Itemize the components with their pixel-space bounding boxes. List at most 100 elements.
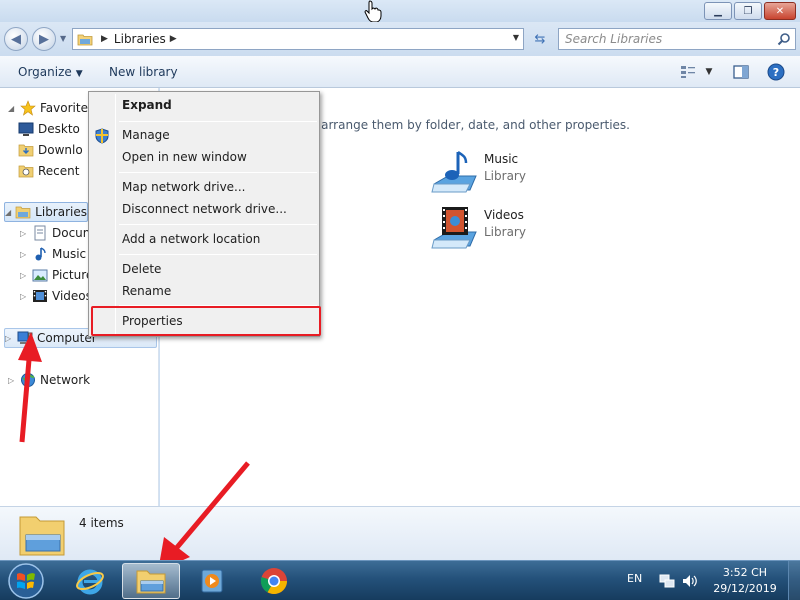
recent-pages-chevron-icon[interactable]: ▼ xyxy=(60,34,66,43)
nav-documents[interactable]: ▷ Docum xyxy=(20,223,94,243)
preview-pane-button[interactable] xyxy=(731,63,751,81)
expand-arrow-icon[interactable]: ▷ xyxy=(20,271,30,280)
nav-desktop-label: Deskto xyxy=(38,122,80,136)
breadcrumb-separator-icon[interactable]: ▶ xyxy=(101,34,108,44)
expand-arrow-icon[interactable]: ▷ xyxy=(5,334,15,343)
menu-separator xyxy=(119,254,317,255)
internet-explorer-icon xyxy=(76,569,104,595)
back-arrow-icon: ◀ xyxy=(11,31,21,47)
help-button[interactable]: ? xyxy=(766,63,786,81)
videos-icon xyxy=(33,290,47,302)
taskbar-internet-explorer[interactable] xyxy=(64,563,116,599)
library-item-videos-text: Videos Library xyxy=(484,204,526,239)
nav-recent[interactable]: Recent xyxy=(18,161,79,181)
minimize-button[interactable]: ▁ xyxy=(704,2,732,20)
computer-icon xyxy=(17,331,33,345)
change-view-button[interactable]: ▼ xyxy=(676,63,716,81)
address-row: ◀ ▶ ▼ ▶ Libraries ▶ ▼ ⇆ xyxy=(0,22,800,56)
menu-item-map-network-drive[interactable]: Map network drive... xyxy=(122,177,246,197)
system-clock[interactable]: 3:52 CH 29/12/2019 xyxy=(700,565,790,597)
forward-button[interactable]: ▶ xyxy=(32,27,56,51)
refresh-button[interactable]: ⇆ xyxy=(528,28,552,50)
search-icon[interactable] xyxy=(777,32,791,46)
menu-item-disconnect-network-drive[interactable]: Disconnect network drive... xyxy=(122,199,287,219)
nav-libraries-label: Libraries xyxy=(35,205,87,219)
menu-separator xyxy=(119,224,317,225)
new-library-button[interactable]: New library xyxy=(109,65,178,79)
menu-item-open-new-window[interactable]: Open in new window xyxy=(122,147,247,167)
menu-separator xyxy=(119,121,317,122)
address-history-chevron-icon[interactable]: ▼ xyxy=(513,33,519,42)
nav-network-label: Network xyxy=(40,373,91,387)
taskbar: EN 3:52 CH 29/12/2019 xyxy=(0,560,800,600)
search-input[interactable] xyxy=(565,32,765,46)
organize-menu[interactable]: Organize ▼ xyxy=(18,65,83,79)
star-icon xyxy=(20,100,36,116)
nav-music[interactable]: ▷ Music xyxy=(20,244,86,264)
help-icon: ? xyxy=(767,63,785,81)
show-desktop-button[interactable] xyxy=(788,561,800,600)
library-type: Library xyxy=(484,169,526,183)
menu-item-manage[interactable]: Manage xyxy=(122,125,170,145)
language-indicator[interactable]: EN xyxy=(627,572,642,585)
clock-time: 3:52 CH xyxy=(722,566,768,579)
collapse-arrow-icon[interactable]: ◢ xyxy=(5,208,13,217)
title-bar[interactable]: ▁ ❐ ✕ xyxy=(0,0,800,22)
nav-pictures[interactable]: ▷ Picture xyxy=(20,265,93,285)
search-box[interactable] xyxy=(558,28,796,50)
menu-item-delete[interactable]: Delete xyxy=(122,259,161,279)
taskbar-windows-explorer[interactable] xyxy=(122,563,180,599)
pictures-icon xyxy=(32,269,48,282)
windows-explorer-icon xyxy=(136,570,166,594)
breadcrumb-separator-icon[interactable]: ▶ xyxy=(170,34,177,44)
view-chevron-icon: ▼ xyxy=(705,67,713,77)
libraries-icon xyxy=(15,206,31,219)
expand-arrow-icon[interactable]: ▷ xyxy=(8,376,18,385)
nav-network[interactable]: ▷ Network xyxy=(8,370,90,390)
menu-item-add-network-location[interactable]: Add a network location xyxy=(122,229,260,249)
taskbar-media-player[interactable] xyxy=(186,563,238,599)
music-library-icon xyxy=(431,150,477,193)
nav-downloads-label: Downlo xyxy=(38,143,83,157)
uac-shield-icon xyxy=(95,128,109,144)
menu-item-expand[interactable]: Expand xyxy=(122,95,172,115)
libraries-folder-icon xyxy=(77,34,93,45)
address-bar[interactable]: ▶ Libraries ▶ ▼ xyxy=(72,28,524,50)
maximize-button[interactable]: ❐ xyxy=(734,2,762,20)
library-item-videos[interactable]: Videos Library xyxy=(430,204,526,252)
recent-places-icon xyxy=(18,165,34,178)
nav-downloads[interactable]: Downlo xyxy=(18,140,83,160)
network-status-icon[interactable] xyxy=(659,573,675,589)
taskbar-chrome[interactable] xyxy=(248,563,300,599)
nav-videos[interactable]: ▷ Videos xyxy=(20,286,92,306)
library-name: Videos xyxy=(484,208,524,222)
libraries-large-icon xyxy=(19,516,65,556)
nav-favorites[interactable]: ◢ Favorites xyxy=(8,98,94,118)
properties-highlight xyxy=(91,306,321,336)
menu-item-rename[interactable]: Rename xyxy=(122,281,171,301)
volume-icon[interactable] xyxy=(681,573,697,589)
preview-pane-icon xyxy=(733,65,749,79)
expand-arrow-icon[interactable]: ▷ xyxy=(20,250,30,259)
expand-arrow-icon[interactable]: ▷ xyxy=(20,229,30,238)
downloads-folder-icon xyxy=(18,144,34,157)
breadcrumb-libraries[interactable]: Libraries xyxy=(114,32,166,46)
svg-text:?: ? xyxy=(773,66,779,79)
nav-libraries[interactable]: ◢ Libraries xyxy=(4,202,88,222)
start-button[interactable] xyxy=(6,562,46,600)
view-details-icon xyxy=(680,66,695,78)
network-icon xyxy=(21,373,35,387)
back-button[interactable]: ◀ xyxy=(4,27,28,51)
collapse-arrow-icon[interactable]: ◢ xyxy=(8,104,18,113)
window-controls: ▁ ❐ ✕ xyxy=(704,2,796,20)
nav-favorites-label: Favorites xyxy=(40,101,95,115)
clock-date: 29/12/2019 xyxy=(713,582,777,595)
desktop-icon xyxy=(18,122,34,136)
nav-videos-label: Videos xyxy=(52,289,92,303)
expand-arrow-icon[interactable]: ▷ xyxy=(20,292,30,301)
library-item-music[interactable]: Music Library xyxy=(430,148,526,196)
close-button[interactable]: ✕ xyxy=(764,2,796,20)
media-player-icon xyxy=(201,569,223,593)
nav-desktop[interactable]: Deskto xyxy=(18,119,80,139)
chrome-icon xyxy=(260,568,288,595)
